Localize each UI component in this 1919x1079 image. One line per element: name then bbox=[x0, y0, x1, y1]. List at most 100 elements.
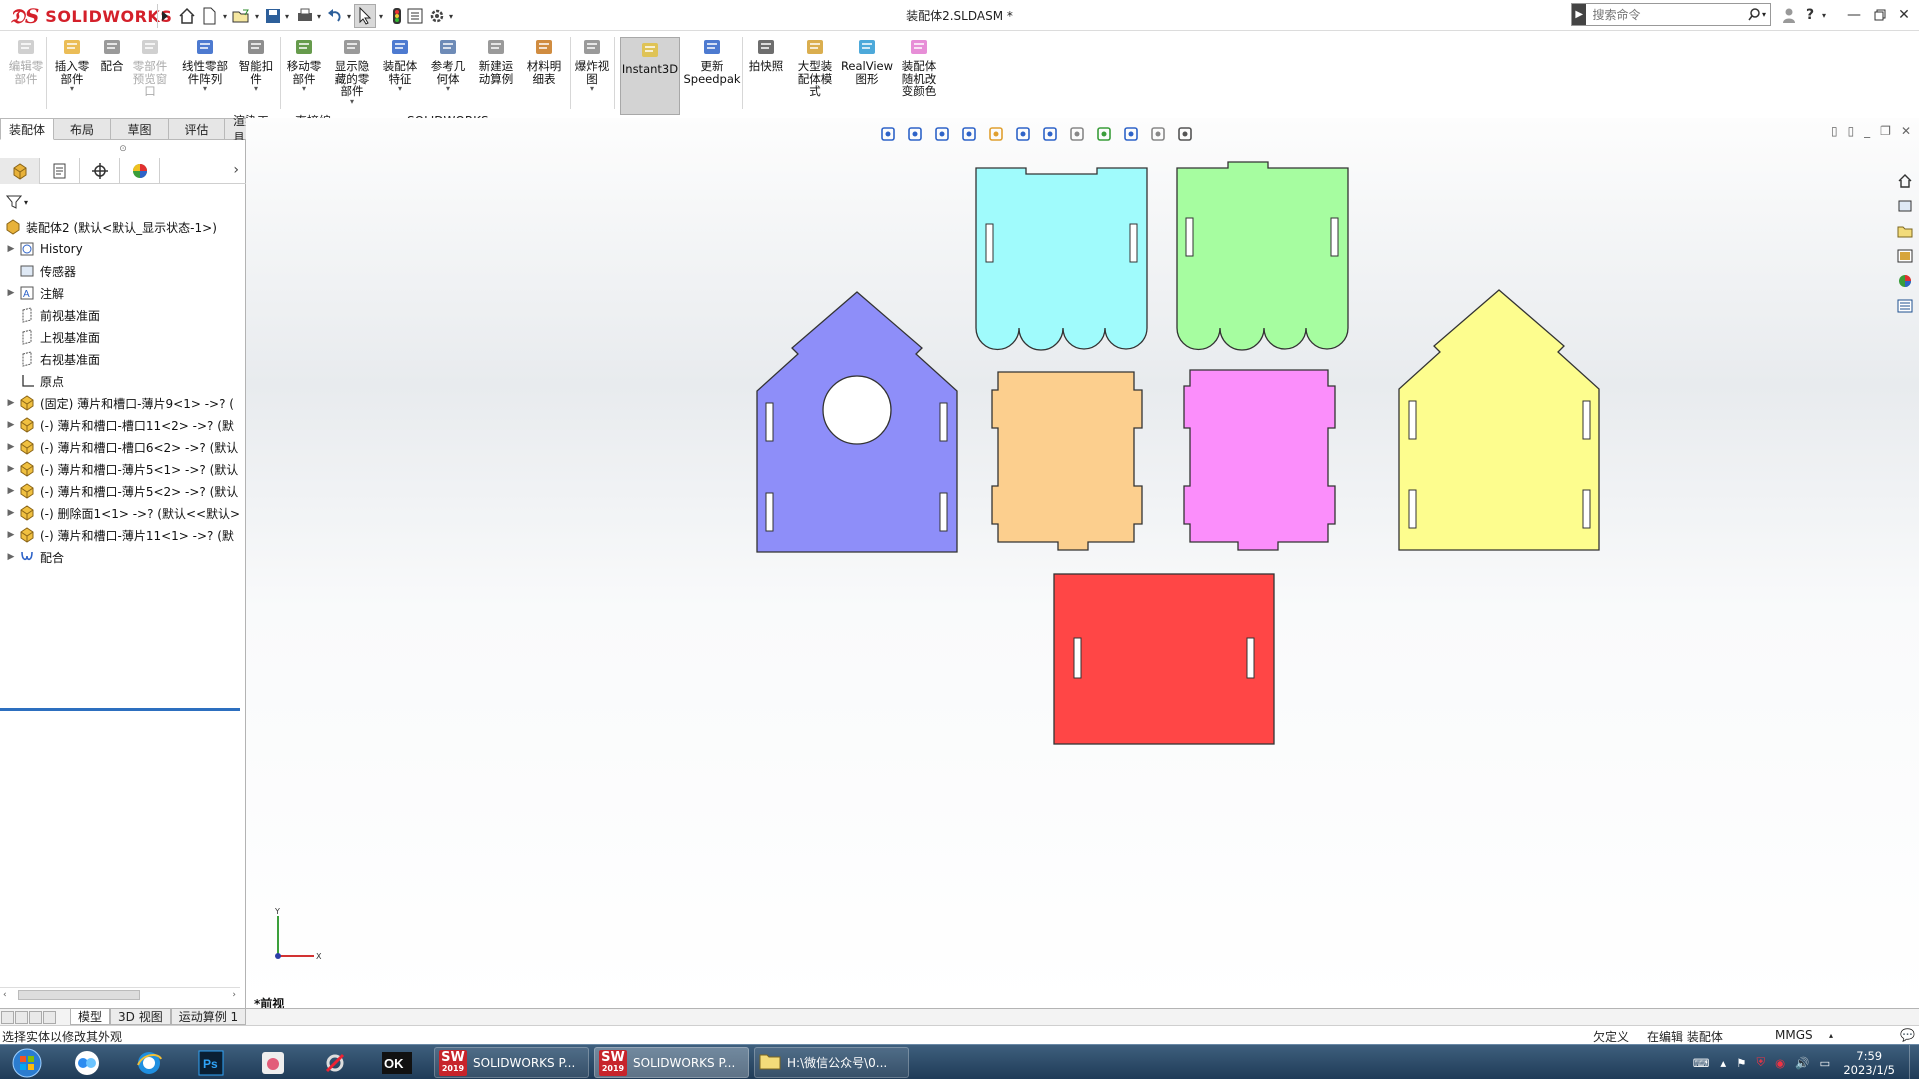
search-box[interactable]: ▶ ▾ bbox=[1571, 3, 1771, 26]
new-dropdown[interactable]: ▾ bbox=[220, 4, 230, 28]
options-button[interactable] bbox=[426, 4, 448, 28]
ribbon-button-11[interactable]: 材料明 细表 bbox=[522, 35, 566, 85]
select-button[interactable] bbox=[354, 4, 376, 28]
ribbon-button-16[interactable]: 大型装 配体模 式 bbox=[792, 35, 838, 98]
scroll-right-icon[interactable]: › bbox=[232, 990, 236, 1000]
tree-item[interactable]: ▶ (-) 薄片和槽口-薄片5<2> ->? (默认 bbox=[0, 480, 246, 502]
task-pane-home[interactable] bbox=[1893, 170, 1917, 192]
select-dropdown[interactable]: ▾ bbox=[376, 4, 386, 28]
part-orange-panel[interactable] bbox=[991, 371, 1143, 551]
tab-prev-arrow[interactable] bbox=[15, 1010, 28, 1024]
print-dropdown[interactable]: ▾ bbox=[314, 4, 324, 28]
tree-horizontal-scrollbar[interactable]: ‹ › bbox=[0, 987, 240, 1001]
expand-arrow-icon[interactable]: ▶ bbox=[4, 508, 18, 518]
ribbon-button-13[interactable]: Instant3D bbox=[620, 37, 680, 115]
tree-item[interactable]: ▶ A 注解 bbox=[0, 282, 246, 304]
tree-item[interactable]: 上视基准面 bbox=[0, 326, 246, 348]
taskbar-app-tool[interactable] bbox=[310, 1047, 360, 1078]
scroll-thumb[interactable] bbox=[18, 990, 140, 1000]
clock[interactable]: 7:59 2023/1/5 bbox=[1843, 1049, 1895, 1077]
taskbar-window[interactable]: SW 2019 SOLIDWORKS P... bbox=[594, 1047, 749, 1078]
part-cyan-panel[interactable] bbox=[975, 167, 1148, 351]
bottom-tab-1[interactable]: 3D 视图 bbox=[110, 1009, 171, 1025]
tab-2[interactable]: 草图 bbox=[111, 118, 169, 140]
tree-root[interactable]: 装配体2 (默认<默认_显示状态-1>) bbox=[0, 216, 246, 238]
search-icon[interactable] bbox=[1747, 8, 1761, 21]
ribbon-button-18[interactable]: 装配体 随机改 变颜色 bbox=[896, 35, 942, 98]
open-button[interactable] bbox=[230, 4, 252, 28]
file-properties-button[interactable] bbox=[404, 4, 426, 28]
minimize-button[interactable]: — bbox=[1842, 3, 1866, 27]
expand-arrow-icon[interactable]: ▶ bbox=[4, 464, 18, 474]
dropdown-arrow-icon[interactable]: ▾ bbox=[302, 85, 306, 93]
expand-arrow-icon[interactable]: ▶ bbox=[4, 420, 18, 430]
tray-expand-icon[interactable]: ▴ bbox=[1720, 1056, 1726, 1070]
undo-button[interactable] bbox=[324, 4, 346, 28]
help-dropdown[interactable]: ▾ bbox=[1818, 3, 1830, 27]
ribbon-button-5[interactable]: 智能扣 件 ▾ bbox=[236, 35, 276, 93]
taskbar-window[interactable]: SW 2019 SOLIDWORKS P... bbox=[434, 1047, 589, 1078]
dropdown-arrow-icon[interactable]: ▾ bbox=[350, 97, 354, 106]
tree-item[interactable]: ▶ History bbox=[0, 238, 246, 260]
taskbar-app-ok[interactable]: OK bbox=[372, 1047, 422, 1078]
ribbon-button-12[interactable]: 爆炸视 图 ▾ bbox=[570, 35, 614, 93]
flag-icon[interactable]: ⚑ bbox=[1736, 1056, 1746, 1070]
tree-item[interactable]: ▶ (-) 薄片和槽口-槽口6<2> ->? (默认 bbox=[0, 436, 246, 458]
search-dropdown-icon[interactable]: ▾ bbox=[1762, 10, 1770, 19]
dropdown-arrow-icon[interactable]: ▾ bbox=[446, 85, 450, 93]
taskbar-app-photoshop[interactable]: Ps bbox=[186, 1047, 236, 1078]
tree-filter[interactable]: ▾ bbox=[6, 192, 36, 212]
ribbon-button-15[interactable]: 拍快照 bbox=[746, 35, 786, 73]
menu-expand-button[interactable] bbox=[157, 4, 171, 28]
solidworks-logo[interactable]: 𝔇S SOLIDWORKS bbox=[10, 4, 172, 28]
tab-0[interactable]: 装配体 bbox=[0, 118, 54, 140]
task-pane-custom-properties[interactable] bbox=[1893, 295, 1917, 317]
property-manager-tab[interactable] bbox=[40, 158, 80, 184]
ribbon-button-3[interactable]: 零部件 预览窗 口 bbox=[130, 35, 170, 98]
rollback-bar[interactable] bbox=[0, 708, 240, 711]
panel-more-chevron[interactable]: › bbox=[233, 162, 239, 178]
ribbon-button-8[interactable]: 装配体 特征 ▾ bbox=[378, 35, 422, 93]
home-button[interactable] bbox=[176, 4, 198, 28]
taskbar-app-media[interactable] bbox=[248, 1047, 298, 1078]
options-dropdown[interactable]: ▾ bbox=[446, 4, 456, 28]
expand-arrow-icon[interactable]: ▶ bbox=[4, 288, 18, 298]
tree-item[interactable]: ▶ 配合 bbox=[0, 546, 246, 568]
tree-item[interactable]: 右视基准面 bbox=[0, 348, 246, 370]
doc-close-icon[interactable]: ✕ bbox=[1901, 124, 1911, 138]
status-chat-icon[interactable]: 💬 bbox=[1900, 1028, 1915, 1042]
ribbon-button-1[interactable]: 插入零 部件 ▾ bbox=[50, 35, 94, 93]
dropdown-arrow-icon[interactable]: ▾ bbox=[590, 85, 594, 93]
taskbar-app-baidu[interactable] bbox=[62, 1047, 112, 1078]
bottom-tab-0[interactable]: 模型 bbox=[70, 1009, 111, 1025]
expand-arrow-icon[interactable]: ▶ bbox=[4, 552, 18, 562]
language-icon[interactable]: ⌨ bbox=[1693, 1056, 1710, 1070]
ribbon-button-10[interactable]: 新建运 动算例 bbox=[474, 35, 518, 85]
scroll-left-icon[interactable]: ‹ bbox=[3, 990, 7, 1000]
tree-item[interactable]: ▶ (-) 薄片和槽口-薄片5<1> ->? (默认 bbox=[0, 458, 246, 480]
app-tray-icon[interactable]: ◉ bbox=[1775, 1056, 1785, 1070]
doc-minimize-icon[interactable]: _ bbox=[1864, 124, 1870, 138]
tree-item[interactable]: ▶ (-) 删除面1<1> ->? (默认<<默认> bbox=[0, 502, 246, 524]
show-desktop-button[interactable] bbox=[1909, 1045, 1919, 1079]
tab-3[interactable]: 评估 bbox=[169, 118, 225, 140]
tab-next-arrow[interactable] bbox=[29, 1010, 42, 1024]
tree-item[interactable]: 原点 bbox=[0, 370, 246, 392]
display-manager-tab[interactable] bbox=[120, 158, 160, 184]
restore-button[interactable] bbox=[1868, 3, 1892, 27]
panel-splitter[interactable]: ⊙ bbox=[0, 140, 246, 158]
status-units[interactable]: MMGS bbox=[1775, 1028, 1813, 1042]
ribbon-button-0[interactable]: 编辑零 部件 bbox=[6, 35, 46, 85]
ribbon-button-4[interactable]: 线性零部 件阵列 ▾ bbox=[178, 35, 232, 93]
taskbar-app-ie[interactable] bbox=[124, 1047, 174, 1078]
expand-arrow-icon[interactable]: ▶ bbox=[4, 442, 18, 452]
tree-item[interactable]: 前视基准面 bbox=[0, 304, 246, 326]
part-red-base-panel[interactable] bbox=[1053, 573, 1275, 745]
tab-1[interactable]: 布局 bbox=[54, 118, 111, 140]
volume-icon[interactable]: 🔊 bbox=[1795, 1056, 1809, 1070]
tree-item[interactable]: ▶ (-) 薄片和槽口-槽口11<2> ->? (默 bbox=[0, 414, 246, 436]
part-yellow-house-panel[interactable] bbox=[1398, 289, 1600, 551]
task-pane-view-palette[interactable] bbox=[1893, 245, 1917, 267]
task-pane-file-explorer[interactable] bbox=[1893, 220, 1917, 242]
task-pane-appearances[interactable] bbox=[1893, 270, 1917, 292]
